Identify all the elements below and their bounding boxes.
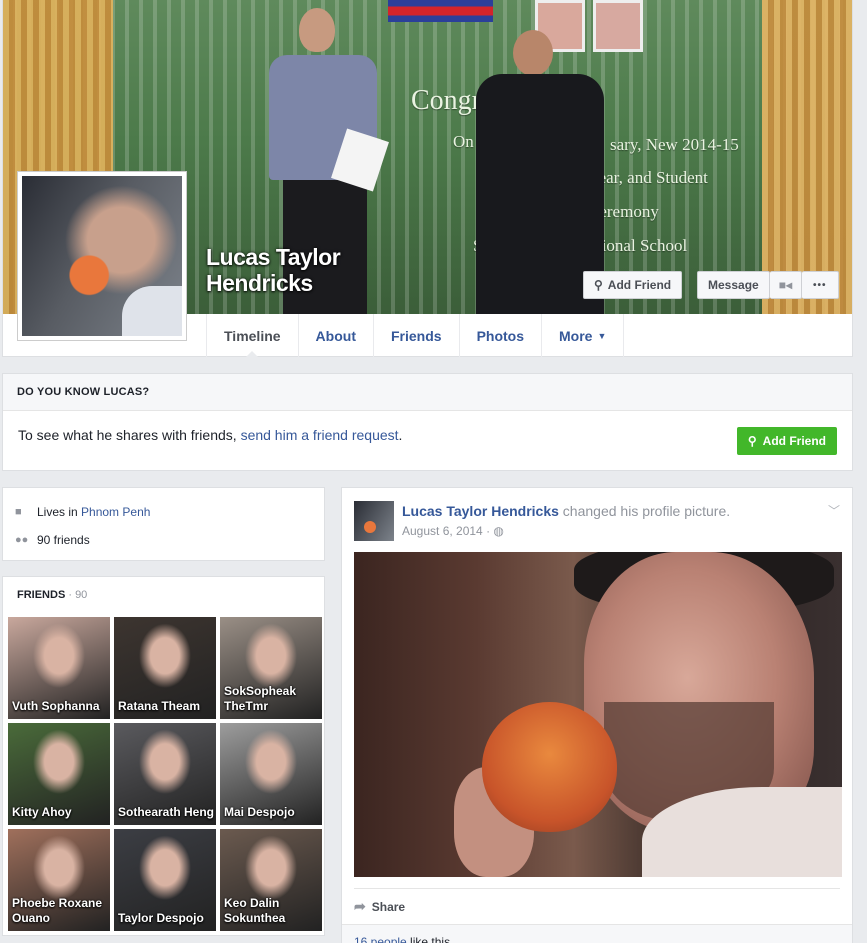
share-button[interactable]: ➦ Share bbox=[354, 898, 405, 915]
friend-name[interactable]: Ratana Theam bbox=[118, 699, 214, 714]
post-timestamp[interactable]: August 6, 2014 · ◍ bbox=[402, 524, 504, 538]
cover-person bbox=[299, 8, 335, 52]
send-friend-request-link[interactable]: send him a friend request bbox=[241, 427, 399, 443]
share-arrow-icon: ➦ bbox=[354, 898, 366, 914]
message-button[interactable]: Message bbox=[697, 271, 770, 299]
friend-tile[interactable]: Phoebe Roxane Ouano bbox=[8, 829, 110, 931]
globe-icon: ◍ bbox=[493, 524, 504, 538]
tab-more[interactable]: More ▼ bbox=[541, 314, 625, 357]
friends-count-row: ●● 90 friends bbox=[15, 533, 90, 547]
chevron-down-icon[interactable]: ﹀ bbox=[828, 502, 840, 519]
profile-tabs: Timeline About Friends Photos More ▼ bbox=[206, 314, 625, 357]
cover-add-friend-group: ⚲ Add Friend bbox=[583, 271, 683, 299]
friend-name[interactable]: Sothearath Heng bbox=[118, 805, 214, 820]
friend-name[interactable]: Phoebe Roxane Ouano bbox=[12, 896, 108, 926]
post-author-link[interactable]: Lucas Taylor Hendricks bbox=[402, 503, 559, 519]
friend-name[interactable]: Mai Despojo bbox=[224, 805, 320, 820]
post-title: Lucas Taylor Hendricks changed his profi… bbox=[402, 503, 731, 519]
do-you-know-card: DO YOU KNOW LUCAS? To see what he shares… bbox=[2, 373, 853, 471]
friend-tile[interactable]: Vuth Sophanna bbox=[8, 617, 110, 719]
friend-tile[interactable]: Kitty Ahoy bbox=[8, 723, 110, 825]
friend-tile[interactable]: Mai Despojo bbox=[220, 723, 322, 825]
friend-name[interactable]: Vuth Sophanna bbox=[12, 699, 108, 714]
friend-name[interactable]: SokSopheak TheTmr bbox=[224, 684, 320, 714]
timeline-post: Lucas Taylor Hendricks changed his profi… bbox=[341, 487, 853, 943]
do-you-know-heading: DO YOU KNOW LUCAS? bbox=[3, 374, 852, 411]
ellipsis-icon: ••• bbox=[812, 279, 827, 291]
cover-portrait bbox=[593, 0, 643, 52]
friends-card: FRIENDS · 90 Vuth Sophanna Ratana Theam So… bbox=[2, 576, 325, 936]
post-photo[interactable] bbox=[354, 552, 842, 877]
person-plus-icon: ⚲ bbox=[594, 278, 603, 292]
friend-tile[interactable]: Ratana Theam bbox=[114, 617, 216, 719]
more-options-button[interactable]: ••• bbox=[801, 271, 839, 299]
video-call-button[interactable]: ■◂ bbox=[769, 271, 802, 299]
cover-banner-text: Year, and Student bbox=[588, 168, 708, 187]
lives-in-row: ■ Lives in Phnom Penh bbox=[15, 505, 151, 519]
cover-banner-text: sary, New 2014-15 bbox=[610, 135, 739, 154]
profile-picture[interactable] bbox=[17, 171, 187, 341]
do-you-know-text: To see what he shares with friends, send… bbox=[18, 427, 403, 443]
profile-picture-image bbox=[22, 176, 182, 336]
likes-link[interactable]: 16 people bbox=[354, 935, 407, 943]
friend-name[interactable]: Kitty Ahoy bbox=[12, 805, 108, 820]
friend-name[interactable]: Taylor Despojo bbox=[118, 911, 214, 926]
city-link[interactable]: Phnom Penh bbox=[81, 505, 150, 519]
add-friend-green-button[interactable]: ⚲ Add Friend bbox=[736, 427, 837, 455]
friend-name[interactable]: Keo Dalin Sokunthea bbox=[224, 896, 320, 926]
home-icon: ■ bbox=[15, 506, 22, 518]
friend-tile[interactable]: Taylor Despojo bbox=[114, 829, 216, 931]
tab-timeline[interactable]: Timeline bbox=[206, 314, 298, 357]
cover-banner-text: On bbox=[453, 132, 474, 151]
friends-icon: ●● bbox=[15, 534, 29, 546]
post-author-avatar[interactable] bbox=[354, 501, 394, 541]
friends-grid: Vuth Sophanna Ratana Theam SokSopheak TheT… bbox=[8, 617, 324, 931]
cover-person bbox=[513, 30, 553, 76]
cover-decoration-right bbox=[762, 0, 852, 314]
cover-actions-group: Message ■◂ ••• bbox=[697, 271, 839, 299]
person-plus-icon: ⚲ bbox=[747, 434, 757, 448]
caret-down-icon: ▼ bbox=[597, 330, 607, 341]
friend-tile[interactable]: Keo Dalin Sokunthea bbox=[220, 829, 322, 931]
friend-tile[interactable]: SokSopheak TheTmr bbox=[220, 617, 322, 719]
cover-flag bbox=[388, 0, 493, 22]
intro-card: ■ Lives in Phnom Penh ●● 90 friends bbox=[2, 487, 325, 561]
tab-about[interactable]: About bbox=[297, 314, 373, 357]
friend-tile[interactable]: Sothearath Heng bbox=[114, 723, 216, 825]
likes-summary: 16 people like this. bbox=[342, 924, 852, 943]
profile-name[interactable]: Lucas Taylor Hendricks bbox=[206, 244, 341, 296]
tab-photos[interactable]: Photos bbox=[458, 314, 541, 357]
add-friend-button[interactable]: ⚲ Add Friend bbox=[583, 271, 683, 299]
friends-heading[interactable]: FRIENDS · 90 bbox=[3, 577, 324, 617]
video-camera-icon: ■◂ bbox=[778, 278, 792, 292]
tab-friends[interactable]: Friends bbox=[372, 314, 459, 357]
divider bbox=[354, 888, 840, 889]
